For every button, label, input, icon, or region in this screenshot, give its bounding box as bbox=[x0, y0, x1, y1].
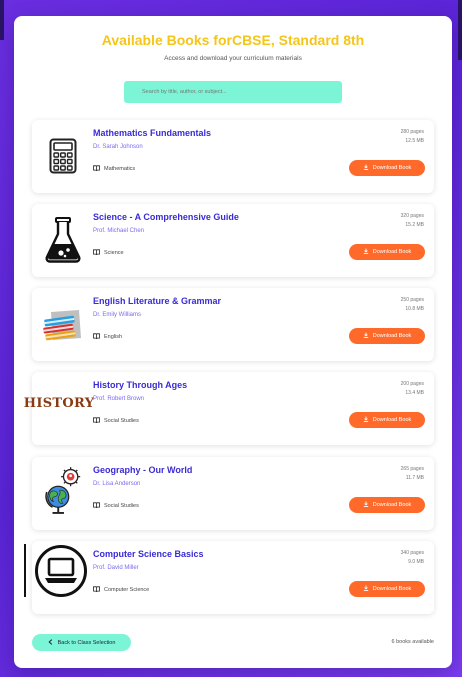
book-title: Science - A Comprehensive Guide bbox=[93, 212, 239, 222]
books-count: 6 books available bbox=[391, 639, 434, 645]
book-subject-label: Social Studies bbox=[104, 418, 139, 424]
calculator-icon bbox=[42, 132, 84, 180]
history-cover-text: HISTORY bbox=[23, 395, 95, 411]
book-meta: 340 pages 9.0 MB bbox=[401, 549, 424, 567]
book-meta: 280 pages 12.5 MB bbox=[401, 128, 424, 146]
book-author: Prof. David Miller bbox=[93, 565, 139, 571]
book-pages: 265 pages bbox=[400, 466, 424, 472]
book-pages: 200 pages bbox=[400, 381, 424, 387]
book-size: 13.4 MB bbox=[405, 390, 424, 396]
window-edge-left bbox=[0, 0, 4, 40]
book-pages: 280 pages bbox=[400, 129, 424, 135]
download-label: Download Book bbox=[372, 249, 412, 255]
book-open-icon bbox=[93, 502, 100, 510]
back-to-class-selection-button[interactable]: Back to Class Selection bbox=[32, 634, 131, 651]
download-book-button[interactable]: Download Book bbox=[349, 328, 425, 344]
book-card: Mathematics Fundamentals Dr. Sarah Johns… bbox=[32, 120, 434, 193]
download-book-button[interactable]: Download Book bbox=[349, 244, 425, 260]
book-subject-label: Social Studies bbox=[104, 503, 139, 509]
download-icon bbox=[363, 332, 369, 340]
book-pages: 320 pages bbox=[400, 213, 424, 219]
book-subject: Science bbox=[93, 249, 124, 257]
download-label: Download Book bbox=[372, 502, 412, 508]
book-open-icon bbox=[93, 333, 100, 341]
book-size: 9.0 MB bbox=[408, 559, 424, 565]
download-icon bbox=[363, 164, 369, 172]
book-pages: 340 pages bbox=[400, 550, 424, 556]
book-card: English Literature & Grammar Dr. Emily W… bbox=[32, 288, 434, 361]
book-size: 15.2 MB bbox=[405, 222, 424, 228]
book-open-icon bbox=[93, 165, 100, 173]
book-author: Dr. Sarah Johnson bbox=[93, 144, 143, 150]
book-card: HISTORY History Through Ages Prof. Rober… bbox=[24, 372, 434, 445]
book-size: 10.8 MB bbox=[405, 306, 424, 312]
download-icon bbox=[363, 248, 369, 256]
laptop-icon bbox=[34, 544, 88, 598]
book-title: Computer Science Basics bbox=[93, 549, 204, 559]
download-book-button[interactable]: Download Book bbox=[349, 581, 425, 597]
book-open-icon bbox=[93, 249, 100, 257]
download-icon bbox=[363, 501, 369, 509]
book-card: Computer Science Basics Prof. David Mill… bbox=[32, 541, 434, 614]
back-button-label: Back to Class Selection bbox=[57, 639, 116, 646]
book-open-icon bbox=[93, 417, 100, 425]
download-label: Download Book bbox=[372, 586, 412, 592]
page-title: Available Books forCBSE, Standard 8th bbox=[101, 32, 365, 48]
book-meta: 200 pages 13.4 MB bbox=[401, 380, 424, 398]
book-subject-label: Mathematics bbox=[104, 166, 136, 172]
flask-icon bbox=[42, 216, 84, 264]
book-author: Dr. Emily Williams bbox=[93, 312, 141, 318]
download-label: Download Book bbox=[372, 417, 412, 423]
book-meta: 320 pages 15.2 MB bbox=[401, 212, 424, 230]
book-author: Dr. Lisa Anderson bbox=[93, 481, 141, 487]
book-subject: Computer Science bbox=[93, 586, 149, 594]
download-icon bbox=[363, 585, 369, 593]
book-subject: Social Studies bbox=[93, 417, 139, 425]
book-subject-label: English bbox=[104, 334, 123, 340]
page-subtitle: Access and download your curriculum mate… bbox=[164, 55, 302, 62]
book-card: Geography - Our World Dr. Lisa Anderson … bbox=[32, 457, 434, 530]
download-label: Download Book bbox=[372, 333, 412, 339]
book-pages: 250 pages bbox=[400, 297, 424, 303]
book-meta: 265 pages 11.7 MB bbox=[401, 465, 424, 483]
globe-icon bbox=[42, 463, 84, 519]
divider-line bbox=[24, 544, 26, 597]
window-edge-right bbox=[458, 0, 462, 60]
books-panel: Available Books forCBSE, Standard 8th Ac… bbox=[14, 16, 452, 668]
search-input[interactable] bbox=[124, 81, 342, 103]
history-text-icon: HISTORY bbox=[24, 388, 94, 418]
book-title: Mathematics Fundamentals bbox=[93, 128, 212, 138]
download-book-button[interactable]: Download Book bbox=[349, 412, 425, 428]
chevron-left-icon bbox=[48, 638, 53, 647]
book-size: 11.7 MB bbox=[405, 475, 424, 481]
book-subject-label: Computer Science bbox=[104, 587, 150, 593]
book-subject-label: Science bbox=[104, 250, 124, 256]
book-size: 12.5 MB bbox=[405, 138, 424, 144]
download-label: Download Book bbox=[372, 165, 412, 171]
book-open-icon bbox=[93, 586, 100, 594]
download-icon bbox=[363, 416, 369, 424]
book-meta: 250 pages 10.8 MB bbox=[401, 296, 424, 314]
book-subject: English bbox=[93, 333, 122, 341]
books-stack-icon bbox=[40, 300, 86, 348]
book-author: Prof. Michael Chen bbox=[93, 228, 145, 234]
download-book-button[interactable]: Download Book bbox=[349, 497, 425, 513]
book-subject: Social Studies bbox=[93, 502, 139, 510]
book-subject: Mathematics bbox=[93, 165, 135, 173]
book-card: Science - A Comprehensive Guide Prof. Mi… bbox=[32, 204, 434, 277]
book-author: Prof. Robert Brown bbox=[93, 396, 145, 402]
book-title: Geography - Our World bbox=[93, 465, 193, 475]
book-title: English Literature & Grammar bbox=[93, 296, 222, 306]
download-book-button[interactable]: Download Book bbox=[349, 160, 425, 176]
book-title: History Through Ages bbox=[93, 380, 188, 390]
